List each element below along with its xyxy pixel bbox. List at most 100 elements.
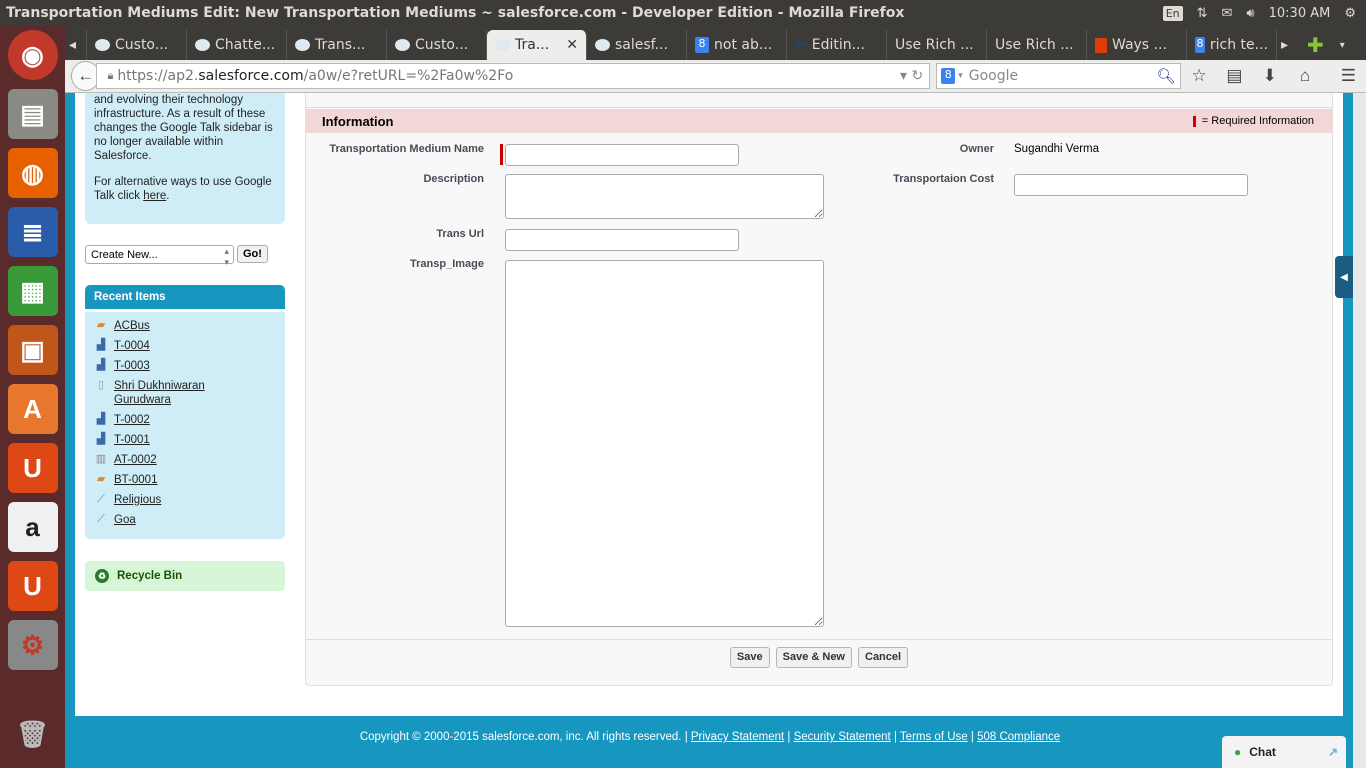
- firefox-icon[interactable]: ◍: [7, 148, 58, 198]
- browser-tab[interactable]: Use Rich ...: [887, 30, 987, 60]
- home-icon[interactable]: ⌂: [1287, 66, 1322, 86]
- search-bar[interactable]: 8 ▾ Google 🔍︎: [936, 63, 1182, 89]
- cancel-button[interactable]: Cancel: [858, 647, 909, 668]
- reload-icon[interactable]: ▾ ↻: [900, 68, 923, 84]
- os-top-bar: Transportation Mediums Edit: New Transpo…: [0, 0, 1366, 26]
- impress-icon[interactable]: ▣: [7, 325, 58, 375]
- browser-tab[interactable]: ✂ Editin...: [787, 30, 887, 60]
- salesforce-cloud-icon: [395, 39, 410, 51]
- cost-label: Transportaion Cost: [893, 173, 994, 185]
- transp-image-label: Transp_Image: [410, 258, 484, 270]
- bookmarks-list-icon[interactable]: ▤: [1217, 66, 1252, 86]
- office-icon: [1095, 37, 1107, 53]
- save-button[interactable]: Save: [729, 647, 770, 668]
- security-statement-link[interactable]: Security Statement: [794, 731, 891, 743]
- bookmark-star-icon[interactable]: ☆: [1181, 66, 1216, 86]
- list-item: ⟋ Religious: [94, 493, 276, 507]
- required-marker: [500, 144, 503, 165]
- page-scrollbar[interactable]: [1353, 93, 1366, 768]
- browser-tab-strip: ◂ Custo... Chatte... Trans... Custo... T…: [65, 26, 1366, 60]
- list-item: ▟ T-0001: [94, 433, 276, 447]
- list-item: ▰ ACBus: [94, 319, 276, 333]
- menu-hamburger-icon[interactable]: ☰: [1331, 66, 1366, 86]
- go-button[interactable]: Go!: [237, 245, 268, 263]
- browser-tab[interactable]: Trans...: [287, 30, 387, 60]
- list-item: ▟ T-0004: [94, 339, 276, 353]
- download-icon[interactable]: ⬇: [1252, 66, 1287, 86]
- edit-form: Information = Required Information Trans…: [305, 93, 1333, 686]
- salesforce-cloud-icon: [595, 39, 610, 51]
- calc-icon[interactable]: ▦: [7, 266, 58, 316]
- tab-scroll-right[interactable]: ▸: [1277, 30, 1299, 60]
- ubuntu-launcher: ◉ ▤ ◍ ≣ ▦ ▣ A U a U ⚙ 🗑︎: [0, 26, 65, 768]
- sidebar: and evolving their technology infrastruc…: [85, 93, 285, 591]
- browser-tab[interactable]: Custo...: [387, 30, 487, 60]
- list-item: ▟ T-0003: [94, 359, 276, 373]
- browser-tab[interactable]: 8 not ab...: [687, 30, 787, 60]
- description-textarea[interactable]: [505, 174, 824, 219]
- privacy-statement-link[interactable]: Privacy Statement: [691, 731, 784, 743]
- power-gear-icon[interactable]: ⚙: [1344, 6, 1356, 21]
- browser-tab[interactable]: Use Rich ...: [987, 30, 1087, 60]
- trans-url-label: Trans Url: [436, 228, 484, 240]
- chart-icon: ▟: [96, 359, 106, 371]
- navigation-toolbar: ← 🔒︎ https://ap2. salesforce.com/a0w/e?re…: [65, 60, 1366, 93]
- chart-icon: ▟: [96, 413, 106, 425]
- tab-list-dropdown-icon[interactable]: ▾: [1332, 30, 1353, 60]
- engine-dropdown-icon[interactable]: ▾: [958, 71, 963, 81]
- transportation-medium-name-input[interactable]: [505, 144, 739, 166]
- bus-icon: ▰: [96, 319, 106, 331]
- browser-tab[interactable]: salesf...: [587, 30, 687, 60]
- transp-image-textarea[interactable]: [505, 260, 824, 627]
- recycle-bin-link[interactable]: ♻ Recycle Bin: [85, 561, 285, 591]
- salesforce-page: and evolving their technology infrastruc…: [75, 93, 1343, 716]
- clock[interactable]: 10:30 AM: [1269, 6, 1331, 21]
- chat-widget[interactable]: ● Chat ↗: [1222, 736, 1346, 768]
- trans-url-input[interactable]: [505, 229, 739, 251]
- new-tab-plus-icon[interactable]: ✚: [1299, 30, 1332, 60]
- building-icon: ▥: [95, 453, 107, 465]
- browser-tab-active[interactable]: Tra... ✕: [487, 30, 587, 60]
- create-new-select[interactable]: Create New... ▴ ▾: [85, 245, 234, 267]
- owner-label: Owner: [959, 143, 994, 155]
- tab-scroll-left[interactable]: ◂: [65, 30, 87, 60]
- software-center-icon[interactable]: A: [7, 384, 58, 434]
- collapse-sidebar-handle[interactable]: ◀: [1335, 256, 1353, 298]
- close-tab-icon[interactable]: ✕: [566, 37, 578, 53]
- writer-icon[interactable]: ≣: [7, 207, 58, 257]
- browser-tab[interactable]: Custo...: [87, 30, 187, 60]
- mail-icon[interactable]: ✉: [1222, 6, 1233, 21]
- transportation-cost-input[interactable]: [1014, 174, 1248, 196]
- amazon-icon[interactable]: a: [7, 502, 58, 552]
- files-icon[interactable]: ▤: [7, 89, 58, 139]
- terms-of-use-link[interactable]: Terms of Use: [900, 731, 968, 743]
- chat-bubble-icon: ●: [1234, 745, 1242, 759]
- ubuntu-one-music-icon[interactable]: U: [7, 561, 58, 611]
- search-icon[interactable]: 🔍︎: [1156, 67, 1175, 85]
- google-engine-icon[interactable]: 8: [941, 68, 956, 84]
- name-label: Transportation Medium Name: [329, 143, 484, 155]
- tag-icon: ⟋: [97, 493, 105, 505]
- ubuntu-one-icon[interactable]: U: [7, 443, 58, 493]
- recent-items-header: Recent Items: [85, 285, 285, 309]
- trash-icon[interactable]: 🗑︎: [8, 709, 58, 759]
- ubuntu-dash-icon[interactable]: ◉: [7, 30, 58, 80]
- owner-value: Sugandhi Verma: [1014, 143, 1100, 155]
- salesforce-cloud-icon: [295, 39, 310, 51]
- save-and-new-button[interactable]: Save & New: [775, 647, 852, 668]
- network-icon[interactable]: ⇅: [1197, 6, 1208, 21]
- volume-icon[interactable]: 🔊︎: [1246, 6, 1254, 21]
- window-title: Transportation Mediums Edit: New Transpo…: [6, 5, 905, 21]
- salesforce-cloud-icon: [195, 39, 210, 51]
- expand-icon[interactable]: ↗: [1328, 745, 1338, 759]
- lock-icon: 🔒︎: [107, 69, 114, 82]
- here-link[interactable]: here: [143, 190, 166, 202]
- browser-tab[interactable]: Ways ...: [1087, 30, 1187, 60]
- url-bar[interactable]: 🔒︎ https://ap2. salesforce.com/a0w/e?retU…: [96, 63, 931, 89]
- keyboard-indicator[interactable]: En: [1162, 5, 1183, 21]
- system-settings-icon[interactable]: ⚙: [7, 620, 58, 670]
- 508-compliance-link[interactable]: 508 Compliance: [977, 731, 1060, 743]
- list-item: ▰ BT-0001: [94, 473, 276, 487]
- browser-tab[interactable]: Chatte...: [187, 30, 287, 60]
- browser-tab[interactable]: 8 rich te...: [1187, 30, 1277, 60]
